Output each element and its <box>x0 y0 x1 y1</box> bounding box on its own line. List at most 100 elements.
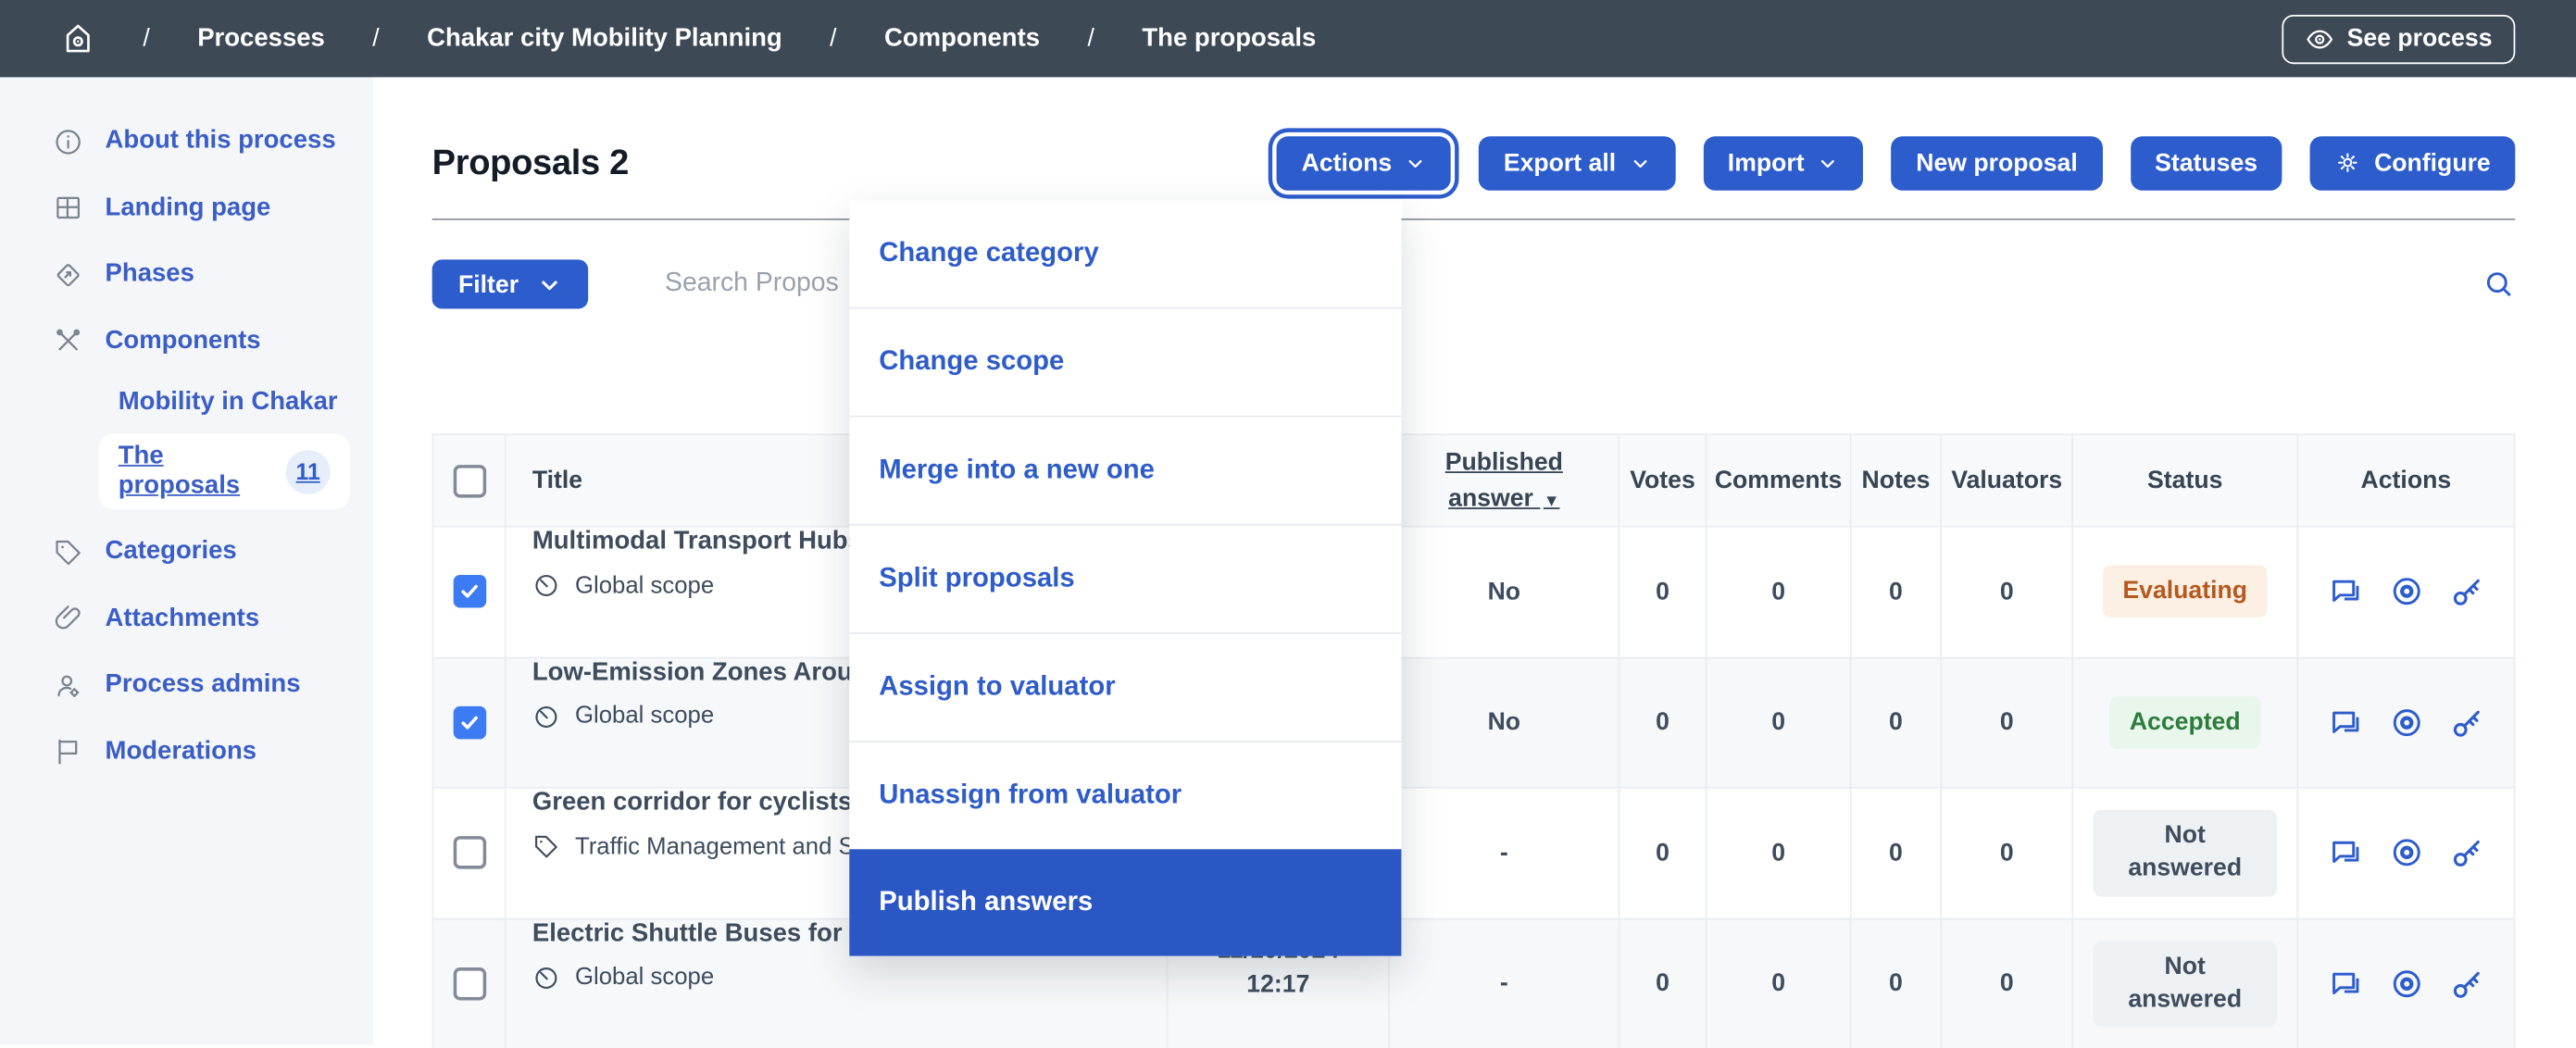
menu-item-merge[interactable]: Merge into a new one <box>849 415 1402 524</box>
col-published-answer[interactable]: Published answer ▼ <box>1390 435 1620 526</box>
notes-count: 0 <box>1852 527 1943 656</box>
sort-desc-icon: ▼ <box>1543 492 1560 510</box>
divider <box>431 218 2516 220</box>
menu-item-split[interactable]: Split proposals <box>849 523 1402 632</box>
comments-count: 0 <box>1707 918 1852 1048</box>
comments-count: 0 <box>1707 527 1852 656</box>
sidebar-item-components[interactable]: Components <box>0 308 373 375</box>
admin-user-icon <box>53 669 84 701</box>
global-scope-icon <box>532 702 560 730</box>
select-all-checkbox[interactable] <box>452 464 486 497</box>
answer-icon[interactable] <box>2327 835 2363 871</box>
answer-icon[interactable] <box>2327 966 2363 1002</box>
menu-item-assign-valuator[interactable]: Assign to valuator <box>849 632 1402 741</box>
see-process-button[interactable]: See process <box>2281 14 2516 64</box>
col-actions: Actions <box>2360 466 2452 495</box>
proposal-title[interactable]: Low-Emission Zones Around I <box>532 658 898 688</box>
menu-item-publish-answers[interactable]: Publish answers <box>849 849 1402 956</box>
permissions-key-icon[interactable] <box>2448 705 2484 741</box>
proposal-scope: Global scope <box>532 964 714 992</box>
notes-count: 0 <box>1852 918 1943 1048</box>
import-button[interactable]: Import <box>1703 135 1864 190</box>
actions-button[interactable]: Actions <box>1276 135 1452 190</box>
breadcrumb-current[interactable]: The proposals <box>1142 24 1316 54</box>
permissions-key-icon[interactable] <box>2448 835 2484 871</box>
phases-icon <box>53 259 84 291</box>
votes-count: 0 <box>1619 788 1707 917</box>
breadcrumb-separator: / <box>830 24 837 53</box>
sidebar-item-about[interactable]: About this process <box>0 108 373 175</box>
proposal-scope: Global scope <box>532 702 714 730</box>
col-votes: Votes <box>1619 435 1707 526</box>
menu-item-change-category[interactable]: Change category <box>849 200 1401 306</box>
sidebar-item-attachments[interactable]: Attachments <box>0 586 373 653</box>
statuses-button[interactable]: Statuses <box>2130 135 2282 190</box>
proposals-admin-page: / Processes / Chakar city Mobility Plann… <box>0 0 2576 1048</box>
breadcrumb-processes[interactable]: Processes <box>197 24 325 54</box>
sidebar-item-mobility-in-chakar[interactable]: Mobility in Chakar <box>0 375 373 430</box>
votes-count: 0 <box>1619 527 1707 656</box>
breadcrumb-process-name[interactable]: Chakar city Mobility Planning <box>427 24 782 54</box>
valuators-count: 0 <box>1942 918 2074 1048</box>
comments-count: 0 <box>1707 788 1852 917</box>
tag-icon <box>53 537 84 568</box>
sidebar-item-process-admins[interactable]: Process admins <box>0 652 373 718</box>
paperclip-icon <box>53 604 84 635</box>
votes-count: 0 <box>1619 657 1707 787</box>
preview-icon[interactable] <box>2388 835 2424 871</box>
row-checkbox[interactable] <box>452 967 486 1001</box>
preview-icon[interactable] <box>2388 574 2424 610</box>
table-row: Green corridor for cyclists and Traffic … <box>433 786 2514 917</box>
preview-icon[interactable] <box>2388 966 2424 1002</box>
proposals-count-badge[interactable]: 11 <box>285 449 331 494</box>
notes-count: 0 <box>1852 657 1943 787</box>
published-answer: - <box>1390 918 1620 1048</box>
breadcrumb-separator: / <box>372 24 380 53</box>
breadcrumb-components[interactable]: Components <box>884 24 1040 54</box>
chevron-down-icon <box>1405 152 1426 173</box>
published-answer: No <box>1390 527 1620 656</box>
col-status: Status <box>2073 435 2299 526</box>
new-proposal-button[interactable]: New proposal <box>1891 135 2103 190</box>
status-badge: Not answered <box>2093 809 2278 896</box>
preview-icon[interactable] <box>2388 705 2424 741</box>
menu-item-change-scope[interactable]: Change scope <box>849 306 1402 416</box>
comments-count: 0 <box>1707 657 1852 787</box>
valuators-count: 0 <box>1942 657 2074 787</box>
sidebar-item-the-proposals[interactable]: The proposals 11 <box>98 433 350 510</box>
flag-icon <box>53 736 84 767</box>
export-all-button[interactable]: Export all <box>1479 135 1676 190</box>
configure-button[interactable]: Configure <box>2309 135 2516 190</box>
answer-icon[interactable] <box>2327 574 2363 610</box>
proposal-title[interactable]: Multimodal Transport Hubs <box>532 528 862 557</box>
col-comments: Comments <box>1707 435 1852 526</box>
status-badge: Evaluating <box>2103 565 2268 618</box>
sidebar-item-phases[interactable]: Phases <box>0 242 373 308</box>
row-checkbox[interactable] <box>452 575 486 608</box>
sidebar-item-moderations[interactable]: Moderations <box>0 718 373 785</box>
home-icon[interactable] <box>61 21 95 56</box>
menu-item-unassign-valuator[interactable]: Unassign from valuator <box>849 741 1402 849</box>
search-icon[interactable] <box>2482 268 2515 300</box>
actions-dropdown: Change category Change scope Merge into … <box>849 200 1402 956</box>
breadcrumb-separator: / <box>1087 24 1094 53</box>
main-content: Proposals 2 Actions Export all Import Ne… <box>372 77 2576 1048</box>
category-tag-icon <box>532 833 560 861</box>
table-row: Low-Emission Zones Around I Global scope… <box>433 655 2514 787</box>
global-scope-icon <box>532 571 560 599</box>
chevron-down-icon <box>1818 152 1839 173</box>
permissions-key-icon[interactable] <box>2448 966 2484 1002</box>
sidebar-item-landing-page[interactable]: Landing page <box>0 175 373 242</box>
row-checkbox[interactable] <box>452 705 486 739</box>
col-notes: Notes <box>1852 435 1943 526</box>
chevron-down-icon <box>1629 152 1650 173</box>
table-header-row: Title Published answer ▼ Votes Comments … <box>433 435 2514 526</box>
sidebar-item-categories[interactable]: Categories <box>0 519 373 586</box>
answer-icon[interactable] <box>2327 705 2363 741</box>
tools-icon <box>53 326 84 357</box>
filter-button[interactable]: Filter <box>431 259 588 309</box>
permissions-key-icon[interactable] <box>2448 574 2484 610</box>
info-icon <box>53 126 84 157</box>
row-checkbox[interactable] <box>452 836 486 870</box>
global-scope-icon <box>532 964 560 992</box>
